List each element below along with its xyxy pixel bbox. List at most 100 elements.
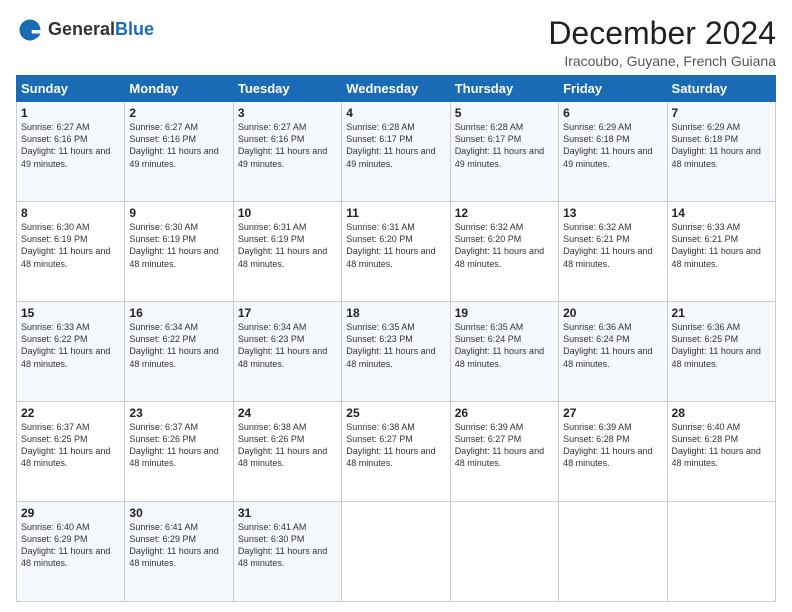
calendar-cell: 8Sunrise: 6:30 AMSunset: 6:19 PMDaylight… [17,202,125,302]
calendar-cell: 27 Sunrise: 6:39 AMSunset: 6:28 PMDayligh… [559,402,667,502]
day-number: 18 [346,306,445,320]
calendar-cell: 14 Sunrise: 6:33 AMSunset: 6:21 PMDayligh… [667,202,775,302]
day-detail: Sunrise: 6:38 AMSunset: 6:27 PMDaylight:… [346,422,435,468]
calendar-cell: 31Sunrise: 6:41 AMSunset: 6:30 PMDayligh… [233,502,341,602]
day-detail: Sunrise: 6:27 AMSunset: 6:16 PMDaylight:… [238,122,327,168]
logo-icon [16,16,44,44]
day-header: Tuesday [233,76,341,102]
day-number: 17 [238,306,337,320]
day-number: 4 [346,106,445,120]
day-detail: Sunrise: 6:35 AMSunset: 6:24 PMDaylight:… [455,322,544,368]
day-detail: Sunrise: 6:37 AMSunset: 6:26 PMDaylight:… [129,422,218,468]
day-number: 12 [455,206,554,220]
day-number: 20 [563,306,662,320]
day-detail: Sunrise: 6:33 AMSunset: 6:22 PMDaylight:… [21,322,110,368]
day-header: Monday [125,76,233,102]
day-number: 25 [346,406,445,420]
day-detail: Sunrise: 6:40 AMSunset: 6:28 PMDaylight:… [672,422,761,468]
calendar-week-row: 22 Sunrise: 6:37 AMSunset: 6:25 PMDayligh… [17,402,776,502]
calendar-cell [667,502,775,602]
calendar-header-row: SundayMondayTuesdayWednesdayThursdayFrid… [17,76,776,102]
day-number: 16 [129,306,228,320]
day-number: 14 [672,206,771,220]
day-number: 9 [129,206,228,220]
day-number: 30 [129,506,228,520]
calendar-cell: 11Sunrise: 6:31 AMSunset: 6:20 PMDayligh… [342,202,450,302]
calendar-cell: 19 Sunrise: 6:35 AMSunset: 6:24 PMDayligh… [450,302,558,402]
calendar-cell: 25 Sunrise: 6:38 AMSunset: 6:27 PMDayligh… [342,402,450,502]
calendar-cell: 16 Sunrise: 6:34 AMSunset: 6:22 PMDayligh… [125,302,233,402]
day-detail: Sunrise: 6:29 AMSunset: 6:18 PMDaylight:… [672,122,761,168]
day-detail: Sunrise: 6:39 AMSunset: 6:27 PMDaylight:… [455,422,544,468]
day-number: 3 [238,106,337,120]
day-detail: Sunrise: 6:30 AMSunset: 6:19 PMDaylight:… [129,222,218,268]
day-detail: Sunrise: 6:41 AMSunset: 6:29 PMDaylight:… [129,522,218,568]
day-number: 13 [563,206,662,220]
day-number: 28 [672,406,771,420]
logo: GeneralBlue [16,16,154,44]
day-number: 15 [21,306,120,320]
day-number: 5 [455,106,554,120]
calendar-cell: 21 Sunrise: 6:36 AMSunset: 6:25 PMDayligh… [667,302,775,402]
calendar-cell [342,502,450,602]
day-detail: Sunrise: 6:33 AMSunset: 6:21 PMDaylight:… [672,222,761,268]
calendar-cell: 20 Sunrise: 6:36 AMSunset: 6:24 PMDayligh… [559,302,667,402]
calendar-cell [450,502,558,602]
day-detail: Sunrise: 6:29 AMSunset: 6:18 PMDaylight:… [563,122,652,168]
calendar-cell: 1 Sunrise: 6:27 AMSunset: 6:16 PMDaylight… [17,102,125,202]
day-detail: Sunrise: 6:28 AMSunset: 6:17 PMDaylight:… [455,122,544,168]
day-detail: Sunrise: 6:36 AMSunset: 6:24 PMDaylight:… [563,322,652,368]
day-number: 6 [563,106,662,120]
calendar-week-row: 8Sunrise: 6:30 AMSunset: 6:19 PMDaylight… [17,202,776,302]
day-number: 2 [129,106,228,120]
day-header: Friday [559,76,667,102]
calendar-cell: 13 Sunrise: 6:32 AMSunset: 6:21 PMDayligh… [559,202,667,302]
day-detail: Sunrise: 6:30 AMSunset: 6:19 PMDaylight:… [21,222,110,268]
calendar-cell: 24 Sunrise: 6:38 AMSunset: 6:26 PMDayligh… [233,402,341,502]
day-detail: Sunrise: 6:38 AMSunset: 6:26 PMDaylight:… [238,422,327,468]
logo-blue: Blue [115,19,154,39]
day-detail: Sunrise: 6:32 AMSunset: 6:21 PMDaylight:… [563,222,652,268]
day-number: 27 [563,406,662,420]
calendar-cell: 22 Sunrise: 6:37 AMSunset: 6:25 PMDayligh… [17,402,125,502]
day-number: 29 [21,506,120,520]
day-number: 24 [238,406,337,420]
day-detail: Sunrise: 6:34 AMSunset: 6:22 PMDaylight:… [129,322,218,368]
calendar-week-row: 1 Sunrise: 6:27 AMSunset: 6:16 PMDaylight… [17,102,776,202]
calendar-cell: 12Sunrise: 6:32 AMSunset: 6:20 PMDayligh… [450,202,558,302]
calendar-cell: 7 Sunrise: 6:29 AMSunset: 6:18 PMDaylight… [667,102,775,202]
calendar-cell: 9 Sunrise: 6:30 AMSunset: 6:19 PMDaylight… [125,202,233,302]
day-detail: Sunrise: 6:37 AMSunset: 6:25 PMDaylight:… [21,422,110,468]
day-number: 22 [21,406,120,420]
calendar-table: SundayMondayTuesdayWednesdayThursdayFrid… [16,75,776,602]
calendar-cell: 29 Sunrise: 6:40 AMSunset: 6:29 PMDayligh… [17,502,125,602]
calendar-cell: 30 Sunrise: 6:41 AMSunset: 6:29 PMDayligh… [125,502,233,602]
calendar-cell [559,502,667,602]
calendar-cell: 4 Sunrise: 6:28 AMSunset: 6:17 PMDaylight… [342,102,450,202]
day-detail: Sunrise: 6:40 AMSunset: 6:29 PMDaylight:… [21,522,110,568]
day-number: 7 [672,106,771,120]
calendar-week-row: 29 Sunrise: 6:40 AMSunset: 6:29 PMDayligh… [17,502,776,602]
main-title: December 2024 [548,16,776,51]
calendar-cell: 3 Sunrise: 6:27 AMSunset: 6:16 PMDaylight… [233,102,341,202]
calendar-cell: 5 Sunrise: 6:28 AMSunset: 6:17 PMDaylight… [450,102,558,202]
day-detail: Sunrise: 6:31 AMSunset: 6:19 PMDaylight:… [238,222,327,268]
day-detail: Sunrise: 6:35 AMSunset: 6:23 PMDaylight:… [346,322,435,368]
day-detail: Sunrise: 6:27 AMSunset: 6:16 PMDaylight:… [21,122,110,168]
subtitle: Iracoubo, Guyane, French Guiana [548,53,776,69]
day-number: 26 [455,406,554,420]
day-number: 1 [21,106,120,120]
calendar-cell: 15 Sunrise: 6:33 AMSunset: 6:22 PMDayligh… [17,302,125,402]
day-number: 31 [238,506,337,520]
day-detail: Sunrise: 6:36 AMSunset: 6:25 PMDaylight:… [672,322,761,368]
calendar-cell: 26 Sunrise: 6:39 AMSunset: 6:27 PMDayligh… [450,402,558,502]
day-number: 19 [455,306,554,320]
logo-text: GeneralBlue [48,20,154,40]
day-detail: Sunrise: 6:39 AMSunset: 6:28 PMDaylight:… [563,422,652,468]
day-header: Sunday [17,76,125,102]
calendar-cell: 18 Sunrise: 6:35 AMSunset: 6:23 PMDayligh… [342,302,450,402]
day-header: Thursday [450,76,558,102]
day-detail: Sunrise: 6:28 AMSunset: 6:17 PMDaylight:… [346,122,435,168]
day-header: Wednesday [342,76,450,102]
day-number: 21 [672,306,771,320]
